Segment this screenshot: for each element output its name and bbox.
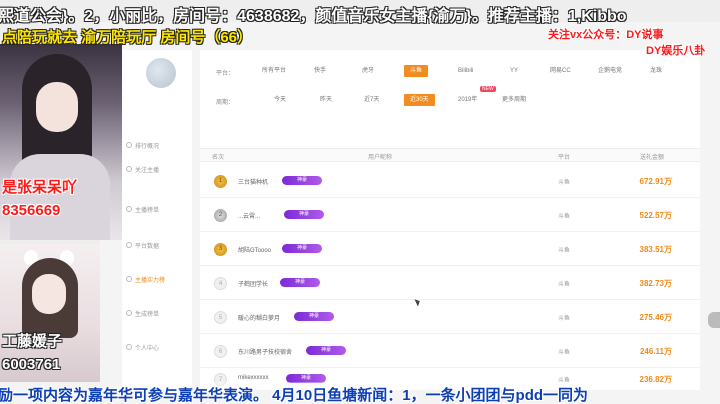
- gift-amount: 382.73万: [639, 279, 672, 288]
- header-rank: 名次: [212, 155, 225, 161]
- vip-tag: 神豪: [306, 346, 346, 355]
- vip-tag: 神豪: [280, 278, 320, 287]
- sidebar-item-strength-rank[interactable]: 主播实力榜: [126, 272, 188, 286]
- period-option[interactable]: 更多周期: [496, 94, 532, 106]
- table-row[interactable]: 4 子鹤团学长 神豪 斗鱼 382.73万: [200, 268, 700, 300]
- table-row[interactable]: 1 三台猫种机 神豪 斗鱼 672.91万: [200, 166, 700, 198]
- circle-icon: [126, 276, 132, 282]
- header-gift-amount: 送礼金额: [640, 155, 665, 161]
- circle-icon: [126, 206, 132, 212]
- platform-option[interactable]: 虎牙: [356, 65, 380, 77]
- table-row[interactable]: 3 胡陆GToooo 神豪 斗鱼 383.51万: [200, 234, 700, 266]
- sidebar-item-anchor-list[interactable]: 主播榜单: [126, 202, 188, 216]
- platform-filter-label: 平台：: [216, 71, 235, 77]
- gift-amount: 246.11万: [639, 347, 672, 356]
- side-handle[interactable]: [708, 312, 720, 328]
- rank-number: 6: [214, 345, 227, 358]
- platform-cell: 斗鱼: [558, 180, 571, 186]
- circle-icon: [126, 166, 132, 172]
- vip-tag: 神豪: [294, 312, 334, 321]
- period-option[interactable]: 昨天: [314, 94, 338, 106]
- platform-option[interactable]: 网易CC: [544, 65, 577, 77]
- user-nickname[interactable]: ...云霄...: [238, 211, 260, 220]
- period-option-active[interactable]: 近30天: [404, 94, 435, 106]
- gift-amount: 275.46万: [639, 313, 672, 322]
- room-line-text: 点陪玩就去 渝万陪玩厅 房间号（66）: [2, 29, 253, 46]
- table-row[interactable]: 5 暖心的糊白萝月 神豪 斗鱼 275.46万: [200, 302, 700, 334]
- table-row[interactable]: 2 ...云霄... 神豪 斗鱼 522.57万: [200, 200, 700, 232]
- gift-amount: 383.51万: [639, 245, 672, 254]
- platform-cell: 斗鱼: [558, 248, 571, 254]
- header-nickname: 用户昵称: [368, 155, 393, 161]
- streamer1-name: 是张呆呆吖: [2, 179, 78, 196]
- sidebar-item-profile[interactable]: 个人中心: [126, 340, 188, 354]
- user-nickname[interactable]: 东川路男子技校宿舍: [238, 347, 292, 356]
- ranking-panel: 平台： 所有平台 快手 虎牙 斗鱼 Bilibili YY 网易CC 企鹅电竞 …: [200, 50, 700, 390]
- stream-screen: 排行概况 关注主播 主播榜单 平台数据 主播实力榜 生成榜单 个人中心 平台： …: [0, 0, 720, 404]
- bottom-scrolling-banner: 励一项内容为嘉年华可参与嘉年华表演。 4月10日鱼塘新闻：1，一条小团团与pdd…: [0, 382, 720, 404]
- circle-icon: [126, 142, 132, 148]
- webcam-shirt: [10, 154, 110, 240]
- platform-cell: 斗鱼: [558, 350, 571, 356]
- ranking-webpage: 排行概况 关注主播 主播榜单 平台数据 主播实力榜 生成榜单 个人中心 平台： …: [100, 22, 720, 390]
- follow-notice: 关注vx公众号：DY说事: [548, 29, 664, 41]
- table-row[interactable]: 6 东川路男子技校宿舍 神豪 斗鱼 246.11万: [200, 336, 700, 368]
- circle-icon: [126, 242, 132, 248]
- vip-tag: 神豪: [282, 176, 322, 185]
- rank-number: 5: [214, 311, 227, 324]
- new-badge: NEW: [480, 86, 496, 92]
- platform-option[interactable]: YY: [504, 65, 524, 77]
- sidebar-item-generate-list[interactable]: 生成榜单: [126, 306, 188, 320]
- header-platform: 平台: [558, 155, 571, 161]
- platform-option[interactable]: Bilibili: [452, 65, 479, 77]
- sidebar-item-follow[interactable]: 关注主播: [126, 162, 188, 176]
- platform-option[interactable]: 所有平台: [256, 65, 292, 77]
- gift-amount: 522.57万: [639, 211, 672, 220]
- platform-option[interactable]: 龙珠: [644, 65, 668, 77]
- platform-cell: 斗鱼: [558, 316, 571, 322]
- streamer1-id: 8356669: [2, 202, 61, 219]
- follow-notice-2: DY娱乐八卦: [646, 45, 706, 57]
- platform-option[interactable]: 企鹅电竞: [592, 65, 628, 77]
- silver-medal-icon: 2: [214, 209, 227, 222]
- sidebar-item-platform-data[interactable]: 平台数据: [126, 238, 188, 252]
- period-option[interactable]: 今天: [268, 94, 292, 106]
- user-nickname[interactable]: 三台猫种机: [238, 177, 268, 186]
- top-banner-text: 熙道公会}。2，小丽比，房间号：4638682，颜值音乐女主播{渝万}。推荐主播…: [0, 8, 627, 24]
- platform-cell: 斗鱼: [558, 282, 571, 288]
- platform-option[interactable]: 快手: [308, 65, 332, 77]
- vip-tag: 神豪: [284, 210, 324, 219]
- webcam-face: [32, 274, 66, 314]
- bronze-medal-icon: 3: [214, 243, 227, 256]
- period-option[interactable]: 2019年: [452, 94, 483, 106]
- webcam-face: [36, 82, 78, 132]
- gold-medal-icon: 1: [214, 175, 227, 188]
- user-nickname[interactable]: 子鹤团学长: [238, 279, 268, 288]
- circle-icon: [126, 344, 132, 350]
- user-nickname[interactable]: 胡陆GToooo: [238, 245, 271, 254]
- streamer2-name: 工藤媛子: [2, 333, 63, 350]
- table-header: 名次 用户昵称 平台 送礼金额: [200, 148, 700, 162]
- circle-icon: [126, 310, 132, 316]
- profile-avatar[interactable]: [146, 58, 176, 88]
- sidebar-item-overview[interactable]: 排行概况: [126, 138, 188, 152]
- platform-cell: 斗鱼: [558, 214, 571, 220]
- period-filter-label: 周期：: [216, 100, 235, 106]
- vip-tag: 神豪: [282, 244, 322, 253]
- sidebar: 排行概况 关注主播 主播榜单 平台数据 主播实力榜 生成榜单 个人中心: [122, 50, 192, 390]
- gift-amount: 672.91万: [639, 177, 672, 186]
- rank-number: 4: [214, 277, 227, 290]
- period-option[interactable]: 近7天: [358, 94, 385, 106]
- platform-option-active[interactable]: 斗鱼: [404, 65, 429, 77]
- streamer2-id: 6003761: [2, 356, 61, 373]
- user-nickname[interactable]: 暖心的糊白萝月: [238, 313, 280, 322]
- top-scrolling-banner: 熙道公会}。2，小丽比，房间号：4638682，颜值音乐女主播{渝万}。推荐主播…: [0, 0, 720, 24]
- user-nickname[interactable]: mikexxxxxx: [238, 375, 269, 381]
- bottom-banner-text: 励一项内容为嘉年华可参与嘉年华表演。 4月10日鱼塘新闻：1，一条小团团与pdd…: [0, 387, 589, 404]
